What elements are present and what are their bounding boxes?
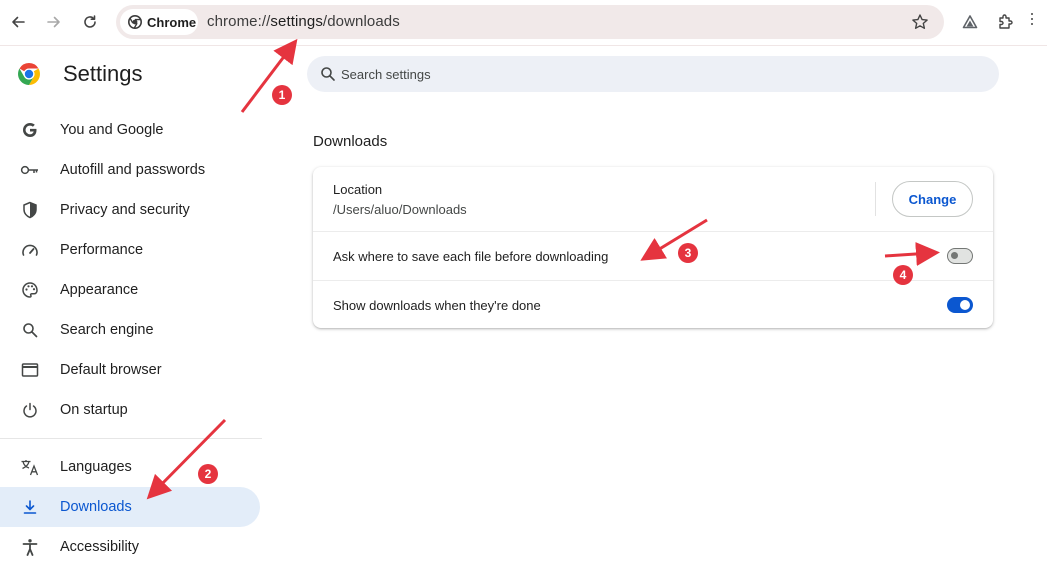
address-bar[interactable]: Chrome chrome://settings/downloads	[116, 5, 944, 39]
browser-toolbar: Chrome chrome://settings/downloads	[0, 0, 1047, 46]
page-title: Settings	[63, 61, 143, 86]
star-icon	[912, 14, 928, 29]
annotation-badge-1: 1	[272, 85, 292, 105]
forward-button[interactable]	[42, 10, 66, 34]
show-downloads-label: Show downloads when they're done	[333, 298, 541, 313]
show-downloads-toggle[interactable]	[947, 297, 973, 313]
sidebar-item-label: Appearance	[60, 282, 139, 298]
sidebar-item-accessibility[interactable]: Accessibility	[0, 527, 260, 567]
sidebar-item-label: Accessibility	[60, 539, 139, 555]
url-scheme: chrome://	[207, 13, 271, 30]
sidebar-item-label: Languages	[60, 459, 132, 475]
reload-icon	[84, 15, 96, 28]
menu-kebab-icon[interactable]	[1031, 13, 1033, 15]
sidebar-item-performance[interactable]: Performance	[0, 230, 260, 270]
annotation-badge-2: 2	[198, 464, 218, 484]
search-input[interactable]	[341, 64, 961, 84]
power-icon	[20, 400, 40, 420]
chrome-color-logo-icon	[18, 63, 40, 85]
toggle-knob	[951, 252, 958, 259]
sidebar-item-downloads[interactable]: Downloads	[0, 487, 260, 527]
sidebar-item-autofill[interactable]: Autofill and passwords	[0, 150, 260, 190]
browser-window-icon	[20, 360, 40, 380]
location-label: Location	[333, 182, 383, 197]
sidebar-item-label: Privacy and security	[60, 202, 190, 218]
vertical-divider	[875, 182, 876, 216]
settings-search[interactable]	[307, 56, 999, 92]
section-title: Downloads	[313, 133, 388, 150]
row-divider	[313, 280, 993, 281]
url-text: chrome://settings/downloads	[207, 13, 400, 30]
chrome-logo-icon	[128, 15, 142, 29]
sidebar-item-label: Default browser	[60, 362, 162, 378]
site-info-label: Chrome	[147, 14, 197, 30]
chrome-settings-window: Chrome chrome://settings/downloads Setti…	[0, 0, 1047, 575]
downloads-settings-card: Location /Users/aluo/Downloads Change As…	[313, 167, 993, 328]
back-arrow-icon	[12, 16, 25, 28]
google-icon	[20, 120, 40, 140]
url-host: settings	[270, 13, 323, 30]
sidebar-item-languages[interactable]: Languages	[0, 447, 260, 487]
change-location-button[interactable]: Change	[892, 181, 973, 217]
translate-icon	[20, 457, 40, 477]
ask-where-label: Ask where to save each file before downl…	[333, 249, 609, 264]
sidebar-item-default-browser[interactable]: Default browser	[0, 350, 260, 390]
annotation-badge-3: 3	[678, 243, 698, 263]
reload-button[interactable]	[78, 10, 102, 34]
site-info-chip[interactable]: Chrome	[120, 9, 198, 35]
location-value: /Users/aluo/Downloads	[333, 202, 467, 217]
sidebar-item-appearance[interactable]: Appearance	[0, 270, 260, 310]
sidebar-item-you-and-google[interactable]: You and Google	[0, 110, 260, 150]
speedometer-icon	[20, 240, 40, 260]
extensions-button[interactable]	[995, 11, 1017, 33]
toggle-knob	[960, 300, 970, 310]
sidebar-divider	[0, 438, 262, 439]
key-icon	[20, 160, 40, 180]
palette-icon	[20, 280, 40, 300]
sidebar-item-label: On startup	[60, 402, 128, 418]
sidebar-item-search-engine[interactable]: Search engine	[0, 310, 260, 350]
extension-warning-button[interactable]	[959, 11, 981, 33]
warning-triangle-icon	[962, 15, 978, 29]
sidebar-item-label: Autofill and passwords	[60, 162, 206, 178]
annotation-badge-4: 4	[893, 265, 913, 285]
sidebar-item-label: Downloads	[60, 499, 132, 515]
row-divider	[313, 231, 993, 232]
search-icon	[321, 67, 335, 81]
sidebar-item-privacy[interactable]: Privacy and security	[0, 190, 260, 230]
forward-arrow-icon	[47, 16, 60, 28]
sidebar-item-label: Performance	[60, 242, 144, 258]
back-button[interactable]	[6, 10, 30, 34]
accessibility-icon	[20, 537, 40, 557]
bookmark-star-button[interactable]	[909, 11, 931, 33]
sidebar-item-label: You and Google	[60, 122, 164, 138]
sidebar-item-on-startup[interactable]: On startup	[0, 390, 260, 430]
search-icon	[20, 320, 40, 340]
shield-icon	[20, 200, 40, 220]
ask-where-toggle[interactable]	[947, 248, 973, 264]
puzzle-piece-icon	[999, 14, 1013, 29]
sidebar-item-label: Search engine	[60, 322, 154, 338]
url-path: /downloads	[322, 13, 400, 30]
download-icon	[20, 497, 40, 517]
